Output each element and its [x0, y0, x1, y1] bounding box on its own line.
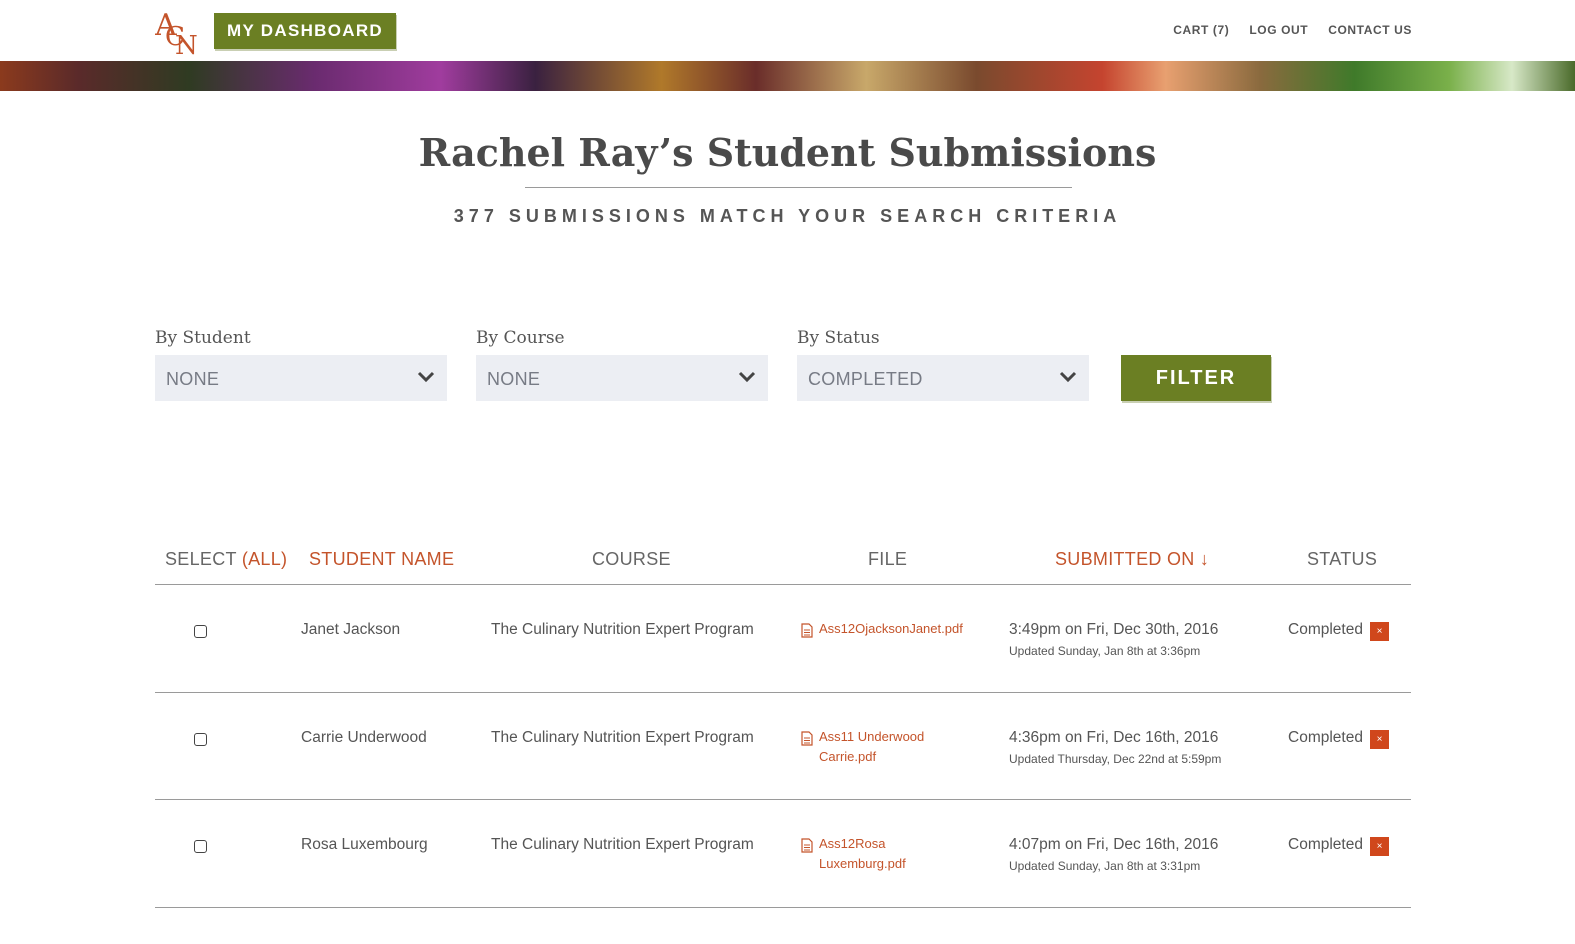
file-name-line: Ass12Rosa Luxemburg.pdf [819, 836, 906, 871]
contact-us-link[interactable]: CONTACT US [1328, 23, 1412, 37]
status-column-header: STATUS [1307, 549, 1378, 569]
remove-status-button[interactable]: × [1370, 622, 1389, 641]
page-title: Rachel Ray’s Student Submissions [418, 130, 1157, 175]
submission-file-link[interactable]: Ass12OjacksonJanet.pdf [819, 619, 974, 639]
status-text: Completed [1288, 621, 1363, 638]
course-filter-select[interactable]: NONE [476, 355, 768, 401]
course-cell: The Culinary Nutrition Expert Program [491, 621, 754, 638]
remove-status-button[interactable]: × [1370, 730, 1389, 749]
course-cell: The Culinary Nutrition Expert Program [491, 836, 754, 853]
student-name-cell: Carrie Underwood [301, 729, 427, 746]
row-select-checkbox[interactable] [194, 625, 207, 638]
submitted-on-column-header[interactable]: SUBMITTED ON ↓ [1055, 549, 1209, 570]
file-column-header: FILE [868, 549, 908, 569]
course-column-header: COURSE [592, 549, 671, 569]
top-bar: A C N MY DASHBOARD CART (7) LOG OUT CONT… [0, 0, 1575, 61]
svg-text:N: N [175, 31, 198, 55]
submitted-date: 4:07pm on Fri, Dec 16th, 2016 [1009, 836, 1219, 853]
log-out-link[interactable]: LOG OUT [1249, 23, 1308, 37]
select-column-header: SELECT (ALL) [165, 549, 287, 570]
my-dashboard-button[interactable]: MY DASHBOARD [214, 13, 396, 49]
row-select-checkbox[interactable] [194, 733, 207, 746]
results-count: 377 SUBMISSIONS MATCH YOUR SEARCH CRITER… [453, 206, 1122, 226]
file-name-line: Ass11 Underwood [819, 729, 925, 744]
table-row: Janet Jackson The Culinary Nutrition Exp… [0, 585, 1575, 692]
updated-date: Updated Sunday, Jan 8th at 3:31pm [1009, 859, 1201, 873]
status-filter-select[interactable]: COMPLETED [797, 355, 1089, 401]
submission-file-link[interactable]: Ass11 Underwood Carrie.pdf [819, 727, 974, 767]
row-select-checkbox[interactable] [194, 840, 207, 853]
course-cell: The Culinary Nutrition Expert Program [491, 729, 754, 746]
student-name-cell: Rosa Luxembourg [301, 836, 428, 853]
updated-date: Updated Sunday, Jan 8th at 3:36pm [1009, 644, 1201, 658]
table-row: Carrie Underwood The Culinary Nutrition … [0, 693, 1575, 800]
filter-button[interactable]: FILTER [1121, 355, 1271, 401]
hero-banner-image [0, 61, 1575, 91]
file-document-icon [801, 838, 813, 853]
select-all-link[interactable]: (ALL) [242, 549, 288, 569]
top-nav: CART (7) LOG OUT CONTACT US [1173, 23, 1412, 37]
chevron-down-icon [1059, 371, 1077, 383]
student-filter-label: By Student [155, 328, 251, 348]
row-divider [155, 907, 1411, 908]
status-filter-label: By Status [797, 328, 880, 348]
cart-link[interactable]: CART (7) [1173, 23, 1229, 37]
file-document-icon [801, 623, 813, 638]
student-name-cell: Janet Jackson [301, 621, 401, 638]
status-text: Completed [1288, 729, 1363, 746]
file-name-line: Ass12OjacksonJanet.pdf [819, 621, 963, 636]
remove-status-button[interactable]: × [1370, 837, 1389, 856]
chevron-down-icon [417, 371, 435, 383]
course-filter-label: By Course [476, 328, 565, 348]
course-filter-value: NONE [487, 369, 541, 389]
status-text: Completed [1288, 836, 1363, 853]
title-divider [525, 187, 1072, 188]
student-name-column-header[interactable]: STUDENT NAME [309, 549, 454, 570]
submission-file-link[interactable]: Ass12Rosa Luxemburg.pdf [819, 834, 974, 874]
updated-date: Updated Thursday, Dec 22nd at 5:59pm [1009, 752, 1222, 766]
chevron-down-icon [738, 371, 756, 383]
file-name-line: Carrie.pdf [819, 749, 877, 764]
status-filter-value: COMPLETED [808, 369, 923, 389]
submitted-date: 4:36pm on Fri, Dec 16th, 2016 [1009, 729, 1219, 746]
student-filter-value: NONE [166, 369, 220, 389]
acn-logo[interactable]: A C N [155, 7, 201, 55]
student-filter-select[interactable]: NONE [155, 355, 447, 401]
file-document-icon [801, 731, 813, 746]
select-header-label: SELECT [165, 549, 237, 569]
submitted-date: 3:49pm on Fri, Dec 30th, 2016 [1009, 621, 1219, 638]
table-row: Rosa Luxembourg The Culinary Nutrition E… [0, 800, 1575, 907]
